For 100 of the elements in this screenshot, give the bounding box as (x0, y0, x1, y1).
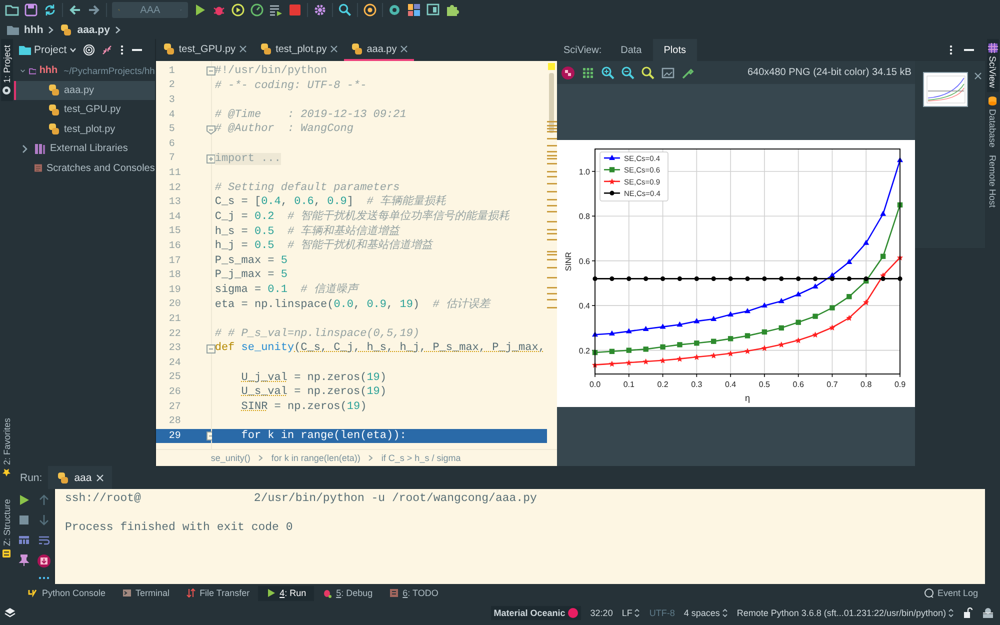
save-icon[interactable] (24, 3, 38, 18)
cursor-position[interactable]: 32:20 (590, 608, 613, 618)
tool-window-tab[interactable]: 2: Favorites (1, 412, 13, 483)
soft-wrap-icon[interactable] (38, 534, 50, 546)
chevron-right-icon[interactable] (20, 142, 30, 155)
editor-tab[interactable]: test_plot.py (252, 39, 344, 62)
point (644, 346, 649, 352)
breadcrumb-item[interactable]: aaa.py (77, 24, 110, 36)
line-number: 22 (168, 328, 181, 340)
fold-marker-icon[interactable] (206, 154, 216, 164)
tick-label: 0.3 (692, 380, 703, 390)
point (762, 329, 768, 335)
close-icon[interactable] (238, 45, 247, 54)
search-icon[interactable] (338, 3, 352, 18)
indent-selector[interactable]: 4 spaces (684, 608, 728, 618)
tool-window-tab[interactable]: 5: Debug (314, 586, 381, 601)
run-icon[interactable] (193, 3, 207, 18)
device-icon[interactable] (426, 3, 440, 18)
run-list-icon[interactable] (269, 3, 283, 18)
inspector-icon[interactable] (982, 606, 994, 619)
up-arrow-icon[interactable] (38, 494, 50, 506)
pin-icon[interactable] (18, 554, 30, 566)
point (830, 276, 835, 282)
updown-icon (722, 608, 728, 618)
tree-item[interactable]: test_plot.py (14, 120, 155, 140)
point (711, 316, 718, 322)
layout-icon[interactable] (18, 534, 30, 546)
folder-icon[interactable] (5, 3, 19, 18)
plot-thumbnail[interactable] (923, 72, 968, 108)
run-icon[interactable] (18, 494, 30, 506)
tool-window-tab[interactable]: Z: Structure (1, 492, 13, 564)
tool-window-tab[interactable]: File Transfer (178, 586, 258, 601)
scroll-to-end-icon[interactable] (37, 554, 51, 568)
tree-item[interactable]: External Libraries (14, 139, 155, 159)
profiler-icon[interactable] (250, 3, 264, 18)
locate-icon[interactable] (82, 44, 95, 56)
fold-marker-icon[interactable] (206, 344, 216, 354)
event-log-button[interactable]: Event Log (924, 586, 1000, 601)
down-arrow-icon[interactable] (38, 514, 50, 526)
coverage-icon[interactable] (231, 3, 245, 18)
tool-window-tab[interactable]: Remote Host (986, 151, 998, 212)
target-icon[interactable] (363, 3, 377, 18)
stop-icon[interactable] (18, 514, 30, 526)
view-selector[interactable]: Project (18, 43, 77, 58)
tree-item[interactable]: Scratches and Consoles (14, 158, 155, 178)
more-icon[interactable] (949, 44, 954, 56)
more-icon[interactable] (118, 44, 125, 56)
layout-icon[interactable] (407, 3, 421, 18)
interpreter-selector[interactable]: Remote Python 3.6.8 (sft...01.231:22/usr/bin/python) (736, 608, 954, 618)
legend-marker-icon (604, 178, 620, 184)
tool-window-tab[interactable]: 4: Run (258, 586, 314, 601)
tool-window-tab[interactable]: Python Console (20, 586, 114, 601)
view-tab[interactable]: Data (610, 39, 653, 62)
tool-window-tab[interactable]: Terminal (114, 586, 178, 601)
fold-marker-icon[interactable] (206, 66, 216, 76)
tree-item[interactable]: hhh ~/PycharmProjects/hh (14, 61, 155, 81)
grid-icon[interactable] (581, 66, 596, 80)
point (644, 276, 649, 282)
run-tab[interactable]: aaa (48, 466, 112, 490)
forward-arrow-icon[interactable] (87, 3, 101, 18)
breadcrumb-item[interactable]: hhh (24, 24, 44, 36)
code-line: def se_unity(C_s, C_j, h_s, h_j, P_s_max, P_j_max, (214, 341, 546, 356)
zoom-out-icon[interactable] (621, 66, 636, 80)
close-icon[interactable] (96, 474, 104, 482)
back-arrow-icon[interactable] (68, 3, 82, 18)
close-icon[interactable] (330, 45, 338, 54)
collapse-icon[interactable] (100, 44, 113, 56)
tool-window-tab[interactable]: Database (986, 92, 998, 152)
tool-window-tab[interactable]: 6: TODO (380, 586, 446, 601)
sync-icon[interactable] (43, 3, 57, 18)
tool-window-tab[interactable]: SciView (986, 39, 998, 92)
tree-item[interactable]: aaa.py (14, 80, 155, 100)
close-icon[interactable] (974, 72, 982, 80)
lock-icon[interactable] (963, 606, 973, 619)
code-line: h_j = 0.5 # 智能干扰机和基站信道增益 (214, 239, 434, 254)
close-icon[interactable] (400, 45, 408, 54)
image-icon[interactable] (661, 66, 676, 80)
tool-window-tab[interactable]: 1: Project (1, 39, 13, 102)
tick-label: 0.0 (590, 380, 602, 390)
settings-icon[interactable] (313, 3, 327, 18)
list-icon (388, 588, 399, 598)
zoom-in-icon[interactable] (601, 66, 616, 80)
toggle-icon[interactable] (561, 66, 576, 80)
line-number: 25 (168, 372, 181, 384)
record-icon[interactable] (388, 3, 402, 18)
point (660, 344, 666, 350)
zoom-fit-icon[interactable] (641, 66, 656, 80)
point (728, 276, 734, 282)
editor-tab[interactable]: test_GPU.py (156, 39, 253, 62)
tree-item[interactable]: test_GPU.py (14, 100, 155, 120)
layers-icon[interactable] (4, 606, 16, 619)
more-icon[interactable] (38, 576, 50, 580)
plugin-icon[interactable] (445, 3, 459, 18)
line-number: 21 (168, 314, 181, 325)
line-separator-selector[interactable]: LF (622, 608, 640, 618)
view-tab[interactable]: Plots (652, 39, 697, 62)
fold-marker-icon[interactable] (206, 124, 216, 135)
code-line: U_s_val = np.zeros(19) (240, 385, 388, 400)
stop-icon[interactable] (288, 3, 302, 18)
theme-indicator[interactable]: Material Oceanic (490, 606, 582, 620)
